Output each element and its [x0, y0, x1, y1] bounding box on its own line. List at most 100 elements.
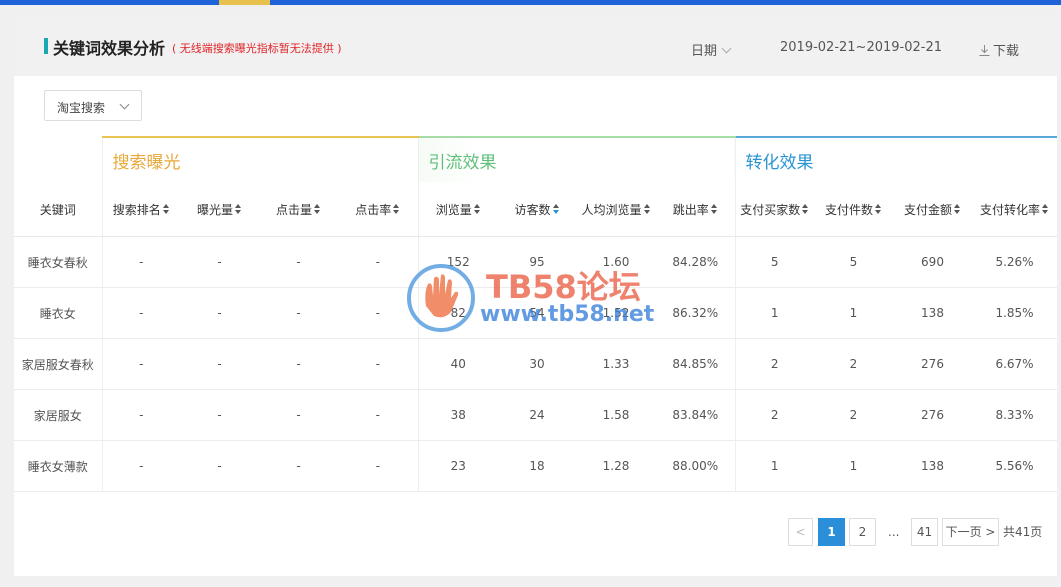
- keyword-link[interactable]: 睡衣女: [14, 287, 102, 339]
- page-button-41[interactable]: 41: [911, 518, 938, 546]
- table-cell: -: [259, 389, 338, 441]
- sort-icon[interactable]: [875, 203, 882, 216]
- sort-icon[interactable]: [235, 203, 242, 216]
- table-cell: -: [338, 338, 418, 390]
- download-label: 下载: [993, 44, 1020, 59]
- keyword-link[interactable]: 睡衣女春秋: [14, 236, 102, 288]
- keyword-link[interactable]: 家居服女春秋: [14, 338, 102, 390]
- table-cell: -: [259, 287, 338, 339]
- column-header-sortable[interactable]: 点击率: [338, 182, 418, 237]
- table-cell: 1.60: [576, 236, 656, 288]
- column-header-label: 曝光量: [196, 202, 233, 217]
- table-cell: -: [259, 236, 338, 288]
- table-cell: 138: [893, 287, 972, 339]
- table-cell: 40: [417, 338, 498, 390]
- table-cell: -: [101, 287, 180, 339]
- sort-icon[interactable]: [314, 203, 321, 216]
- table-cell: 1.52: [576, 287, 656, 339]
- table-cell: 18: [498, 440, 576, 492]
- column-header-label: 点击量: [275, 202, 312, 217]
- search-source-value: 淘宝搜索: [57, 101, 106, 115]
- table-cell: 1: [814, 440, 893, 492]
- table-cell: 30: [498, 338, 576, 390]
- sort-icon[interactable]: [552, 203, 560, 216]
- column-header-sortable[interactable]: 曝光量: [180, 182, 259, 237]
- table-row: 睡衣女春秋 - - - -152 95 1.60 84.28% 5 5 690 5.26%: [14, 236, 1057, 288]
- search-source-select[interactable]: 淘宝搜索: [44, 90, 142, 121]
- table-cell: -: [338, 287, 418, 339]
- group-search-exposure: 搜索曝光: [101, 136, 418, 182]
- table-cell: 2: [734, 338, 814, 390]
- table-cell: -: [180, 389, 259, 441]
- group-spacer: [14, 137, 102, 182]
- sort-icon[interactable]: [162, 203, 170, 216]
- column-header-sortable[interactable]: 搜索排名: [101, 182, 180, 237]
- table-cell: 1.28: [576, 440, 656, 492]
- page-title: 关键词效果分析: [53, 39, 166, 58]
- table-cell: 24: [498, 389, 576, 441]
- table-cell: 5: [734, 236, 814, 288]
- table-row: 睡衣女 - - - -82 54 1.52 86.32% 1 1 138 1.85%: [14, 287, 1057, 339]
- sort-icon[interactable]: [710, 203, 718, 216]
- page-button-2[interactable]: 2: [849, 518, 876, 546]
- table-cell: 5: [814, 236, 893, 288]
- sort-icon[interactable]: [473, 203, 481, 216]
- table-cell: 5.56%: [972, 440, 1057, 492]
- sort-icon[interactable]: [802, 203, 809, 216]
- table-cell: 82: [417, 287, 498, 339]
- group-conversion-effect: 转化效果: [734, 136, 1057, 182]
- keyword-table: 搜索曝光 引流效果 转化效果 关键词 搜索排名 曝光量 点击量 点击率 浏览量 访客数 人均浏…: [14, 136, 1057, 492]
- table-cell: -: [180, 338, 259, 390]
- sort-icon[interactable]: [393, 203, 400, 216]
- table-cell: 1.58: [576, 389, 656, 441]
- total-pages-text: 共41页: [1003, 525, 1043, 539]
- table-cell: 38: [417, 389, 498, 441]
- table-cell: 23: [417, 440, 498, 492]
- table-cell: -: [259, 440, 338, 492]
- column-header-sortable[interactable]: 人均浏览量: [576, 182, 656, 237]
- date-range-text: 2019-02-21~2019-02-21: [780, 40, 942, 55]
- table-cell: -: [101, 440, 180, 492]
- top-nav-active-indicator: [219, 0, 270, 5]
- keyword-link[interactable]: 睡衣女薄款: [14, 440, 102, 492]
- table-cell: -: [101, 338, 180, 390]
- column-header-label: 点击率: [355, 202, 392, 217]
- page-button-1[interactable]: 1: [818, 518, 845, 546]
- table-cell: 95: [498, 236, 576, 288]
- table-cell: 8.33%: [972, 389, 1057, 441]
- column-header-sortable[interactable]: 点击量: [259, 182, 338, 237]
- table-cell: 86.32%: [656, 287, 735, 339]
- next-page-button[interactable]: 下一页 >: [942, 518, 999, 546]
- column-header-label: 关键词: [39, 202, 76, 217]
- prev-page-button[interactable]: <: [788, 518, 813, 546]
- table-cell: -: [180, 236, 259, 288]
- column-header-sortable[interactable]: 支付转化率: [972, 182, 1057, 237]
- sort-icon[interactable]: [643, 203, 651, 216]
- date-dropdown[interactable]: 日期: [691, 40, 732, 59]
- column-header-label: 访客数: [514, 202, 551, 217]
- sort-icon[interactable]: [1042, 203, 1049, 216]
- table-cell: -: [180, 440, 259, 492]
- column-header-label: 搜索排名: [112, 202, 161, 217]
- table-cell: 6.67%: [972, 338, 1057, 390]
- table-cell: 54: [498, 287, 576, 339]
- column-header-sortable[interactable]: 访客数: [498, 182, 576, 237]
- table-row: 家居服女 - - - -38 24 1.58 83.84% 2 2 276 8.33%: [14, 389, 1057, 441]
- column-header-sortable[interactable]: 支付金额: [893, 182, 972, 237]
- download-button[interactable]: 下载: [979, 40, 1019, 59]
- table-cell: -: [338, 389, 418, 441]
- table-cell: 1.85%: [972, 287, 1057, 339]
- keyword-analysis-panel: 关键词效果分析 ( 无线端搜索曝光指标暂无法提供 ) 日期 2019-02-21…: [14, 16, 1057, 576]
- keyword-link[interactable]: 家居服女: [14, 389, 102, 441]
- column-header-sortable[interactable]: 支付件数: [814, 182, 893, 237]
- column-header-label: 浏览量: [435, 202, 472, 217]
- column-header-sortable[interactable]: 支付买家数: [734, 182, 814, 237]
- table-cell: -: [338, 440, 418, 492]
- column-header-sortable[interactable]: 跳出率: [656, 182, 735, 237]
- pagination-ellipsis: ...: [888, 525, 900, 539]
- table-cell: -: [180, 287, 259, 339]
- title-accent-bar: [44, 38, 48, 54]
- column-header-sortable[interactable]: 浏览量: [417, 182, 498, 237]
- sort-icon[interactable]: [954, 203, 961, 216]
- column-header-label: 支付买家数: [740, 202, 801, 217]
